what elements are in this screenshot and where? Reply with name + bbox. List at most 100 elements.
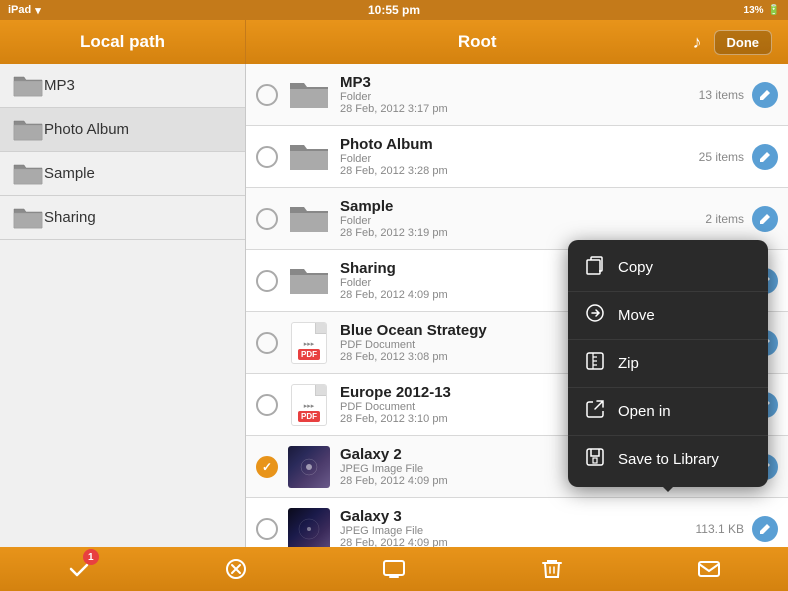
menu-item-copy[interactable]: Copy bbox=[568, 244, 768, 292]
menu-item-save-library[interactable]: Save to Library bbox=[568, 436, 768, 483]
sidebar-item-sample[interactable]: Sample bbox=[0, 152, 245, 196]
pdf-badge: PDF bbox=[298, 349, 320, 360]
file-item-photo-album[interactable]: Photo Album Folder 28 Feb, 2012 3:28 pm … bbox=[246, 126, 788, 188]
menu-label-save-library: Save to Library bbox=[618, 451, 719, 468]
display-button[interactable] bbox=[372, 547, 416, 591]
radio-photo-album[interactable] bbox=[256, 146, 278, 168]
file-name-photo-album: Photo Album bbox=[340, 136, 699, 153]
sidebar-item-mp3[interactable]: MP3 bbox=[0, 64, 245, 108]
done-button[interactable]: Done bbox=[714, 30, 773, 55]
pencil-icon bbox=[758, 150, 772, 164]
music-icon[interactable]: ♪ bbox=[693, 32, 702, 53]
pdf-icon-blue-ocean: ▸▸▸ PDF bbox=[291, 322, 327, 364]
edit-btn-sample[interactable] bbox=[752, 206, 778, 232]
sidebar-label-sample: Sample bbox=[44, 165, 95, 182]
radio-europe[interactable] bbox=[256, 394, 278, 416]
pencil-icon bbox=[758, 88, 772, 102]
folder-icon-sharing bbox=[288, 264, 330, 298]
pdf-icon-europe: ▸▸▸ PDF bbox=[291, 384, 327, 426]
file-date-sample: 28 Feb, 2012 3:19 pm bbox=[340, 227, 705, 239]
radio-galaxy2[interactable] bbox=[256, 456, 278, 478]
thumb-europe: ▸▸▸ PDF bbox=[288, 384, 330, 426]
cancel-icon bbox=[224, 557, 248, 581]
menu-item-zip[interactable]: Zip bbox=[568, 340, 768, 388]
sidebar-label-sharing: Sharing bbox=[44, 209, 96, 226]
status-left: iPad ▾ bbox=[8, 4, 41, 17]
folder-icon bbox=[12, 117, 44, 143]
edit-btn-mp3[interactable] bbox=[752, 82, 778, 108]
file-date-mp3: 28 Feb, 2012 3:17 pm bbox=[340, 103, 699, 115]
menu-item-open-in[interactable]: Open in bbox=[568, 388, 768, 436]
sidebar-item-sharing[interactable]: Sharing bbox=[0, 196, 245, 240]
file-name-sample: Sample bbox=[340, 198, 705, 215]
mail-button[interactable] bbox=[687, 547, 731, 591]
folder-icon-photo-album bbox=[288, 140, 330, 174]
folder-icon-mp3 bbox=[288, 78, 330, 112]
edit-btn-photo-album[interactable] bbox=[752, 144, 778, 170]
zip-icon bbox=[584, 350, 606, 377]
file-item-mp3[interactable]: MP3 Folder 28 Feb, 2012 3:17 pm 13 items bbox=[246, 64, 788, 126]
file-type-photo-album: Folder bbox=[340, 153, 699, 165]
file-size-sample: 2 items bbox=[705, 212, 744, 226]
pdf-badge: PDF bbox=[298, 411, 320, 422]
radio-blue-ocean[interactable] bbox=[256, 332, 278, 354]
pencil-icon bbox=[758, 522, 772, 536]
bottom-toolbar: 1 bbox=[0, 547, 788, 591]
trash-icon bbox=[540, 557, 564, 581]
check-button[interactable]: 1 bbox=[57, 547, 101, 591]
file-list: MP3 Folder 28 Feb, 2012 3:17 pm 13 items bbox=[246, 64, 788, 547]
edit-btn-galaxy3[interactable] bbox=[752, 516, 778, 542]
file-item-galaxy3[interactable]: Galaxy 3 JPEG Image File 28 Feb, 2012 4:… bbox=[246, 498, 788, 547]
battery-icon: 🔋 bbox=[768, 5, 780, 16]
file-info-mp3: MP3 Folder 28 Feb, 2012 3:17 pm bbox=[340, 74, 699, 115]
copy-icon bbox=[584, 254, 606, 281]
status-bar: iPad ▾ 10:55 pm 13% 🔋 bbox=[0, 0, 788, 20]
thumb-mp3 bbox=[288, 74, 330, 116]
galaxy-preview bbox=[288, 446, 330, 488]
thumb-galaxy2 bbox=[288, 446, 330, 488]
file-type-sample: Folder bbox=[340, 215, 705, 227]
file-name-galaxy3: Galaxy 3 bbox=[340, 508, 696, 525]
file-size-photo-album: 25 items bbox=[699, 150, 744, 164]
sidebar-label-mp3: MP3 bbox=[44, 77, 75, 94]
folder-icon bbox=[12, 73, 44, 99]
move-icon bbox=[584, 302, 606, 329]
carrier-label: iPad bbox=[8, 4, 31, 16]
battery-label: 13% bbox=[744, 5, 764, 16]
radio-mp3[interactable] bbox=[256, 84, 278, 106]
menu-label-open-in: Open in bbox=[618, 403, 671, 420]
open-in-icon bbox=[584, 398, 606, 425]
status-right: 13% 🔋 bbox=[744, 5, 780, 16]
image-thumb-galaxy3 bbox=[288, 508, 330, 548]
time-label: 10:55 pm bbox=[368, 3, 420, 17]
file-type-galaxy3: JPEG Image File bbox=[340, 525, 696, 537]
sidebar-label-photo-album: Photo Album bbox=[44, 121, 129, 138]
main-content: MP3 Photo Album Sample Sharing bbox=[0, 64, 788, 547]
file-info-sample: Sample Folder 28 Feb, 2012 3:19 pm bbox=[340, 198, 705, 239]
radio-galaxy3[interactable] bbox=[256, 518, 278, 540]
sidebar-item-photo-album[interactable]: Photo Album bbox=[0, 108, 245, 152]
root-title: Root bbox=[458, 32, 497, 52]
trash-button[interactable] bbox=[530, 547, 574, 591]
cancel-button[interactable] bbox=[214, 547, 258, 591]
thumb-galaxy3 bbox=[288, 508, 330, 548]
file-size-mp3: 13 items bbox=[699, 88, 744, 102]
selection-badge: 1 bbox=[83, 549, 99, 565]
galaxy3-preview bbox=[288, 508, 330, 548]
wifi-icon: ▾ bbox=[35, 4, 41, 17]
header: Local path Root ♪ Done bbox=[0, 20, 788, 64]
file-info-galaxy3: Galaxy 3 JPEG Image File 28 Feb, 2012 4:… bbox=[340, 508, 696, 547]
file-name-mp3: MP3 bbox=[340, 74, 699, 91]
display-icon bbox=[382, 557, 406, 581]
menu-item-move[interactable]: Move bbox=[568, 292, 768, 340]
file-date-photo-album: 28 Feb, 2012 3:28 pm bbox=[340, 165, 699, 177]
folder-icon bbox=[12, 205, 44, 231]
file-date-galaxy3: 28 Feb, 2012 4:09 pm bbox=[340, 537, 696, 547]
save-icon bbox=[584, 446, 606, 473]
pencil-icon bbox=[758, 212, 772, 226]
menu-label-zip: Zip bbox=[618, 355, 639, 372]
sidebar: MP3 Photo Album Sample Sharing bbox=[0, 64, 246, 547]
radio-sharing[interactable] bbox=[256, 270, 278, 292]
radio-sample[interactable] bbox=[256, 208, 278, 230]
thumb-sample bbox=[288, 198, 330, 240]
